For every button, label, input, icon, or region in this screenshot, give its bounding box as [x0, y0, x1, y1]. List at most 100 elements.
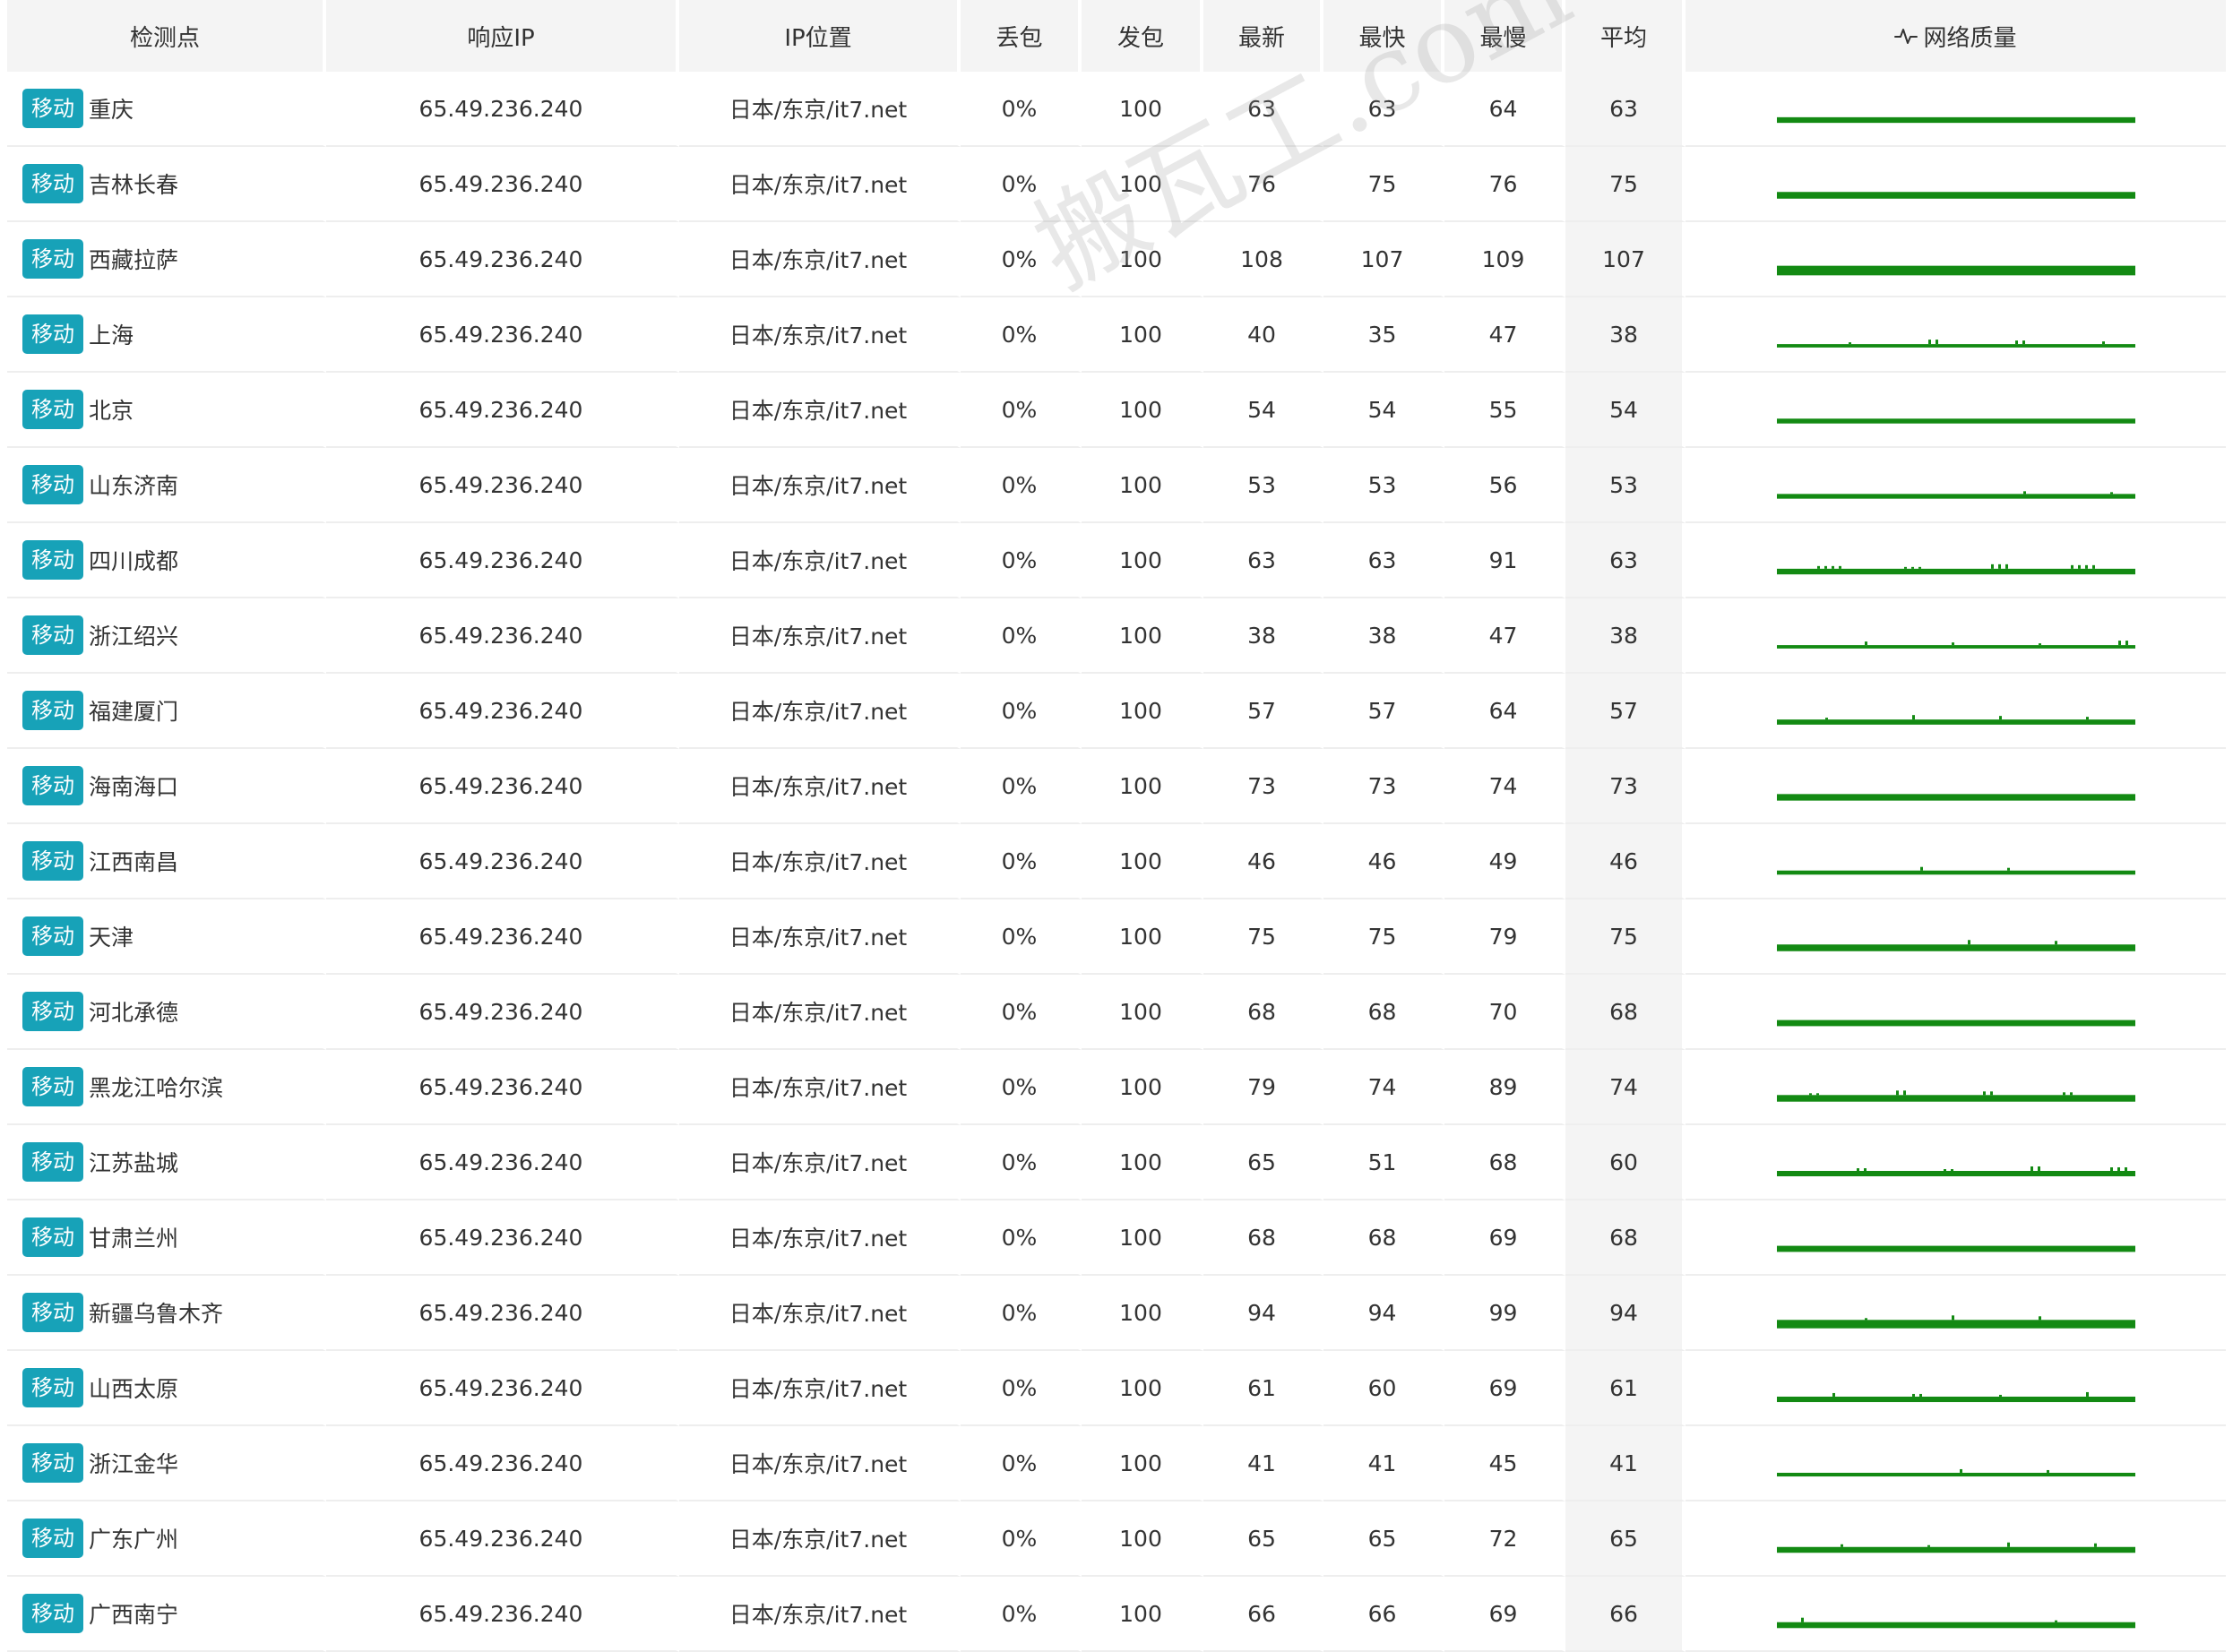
- average-cell: 61: [1565, 1351, 1686, 1426]
- col-header-node[interactable]: 检测点: [7, 0, 326, 72]
- sparkline-spike: [2037, 1166, 2040, 1171]
- average-cell: 38: [1565, 297, 1686, 373]
- slowest-cell: 76: [1444, 147, 1565, 222]
- col-header-ip[interactable]: 响应IP: [326, 0, 679, 72]
- table-row[interactable]: 移动 北京 65.49.236.240 日本/东京/it7.net 0% 100 …: [7, 373, 2226, 448]
- quality-cell[interactable]: [1686, 222, 2226, 297]
- sparkline-spike: [2038, 1316, 2041, 1321]
- quality-cell[interactable]: [1686, 448, 2226, 523]
- location-cell: 日本/东京/it7.net: [679, 222, 961, 297]
- table-row[interactable]: 移动 浙江绍兴 65.49.236.240 日本/东京/it7.net 0% 10…: [7, 598, 2226, 674]
- col-header-loss[interactable]: 丢包: [961, 0, 1082, 72]
- table-row[interactable]: 移动 甘肃兰州 65.49.236.240 日本/东京/it7.net 0% 10…: [7, 1200, 2226, 1276]
- quality-cell[interactable]: [1686, 1351, 2226, 1426]
- fastest-cell: 75: [1323, 899, 1444, 975]
- col-header-quality[interactable]: 网络质量: [1686, 0, 2226, 72]
- col-header-average[interactable]: 平均: [1565, 0, 1686, 72]
- node-name: 甘肃兰州: [89, 1226, 179, 1252]
- slowest-cell: 56: [1444, 448, 1565, 523]
- table-row[interactable]: 移动 西藏拉萨 65.49.236.240 日本/东京/it7.net 0% 10…: [7, 222, 2226, 297]
- location-cell: 日本/东京/it7.net: [679, 749, 961, 824]
- node-name: 吉林长春: [89, 172, 179, 198]
- average-cell: 65: [1565, 1501, 1686, 1577]
- table-row[interactable]: 移动 黑龙江哈尔滨 65.49.236.240 日本/东京/it7.net 0% …: [7, 1050, 2226, 1125]
- table-row[interactable]: 移动 吉林长春 65.49.236.240 日本/东京/it7.net 0% 10…: [7, 147, 2226, 222]
- table-row[interactable]: 移动 山西太原 65.49.236.240 日本/东京/it7.net 0% 10…: [7, 1351, 2226, 1426]
- col-header-location[interactable]: IP位置: [679, 0, 961, 72]
- table-row[interactable]: 移动 四川成都 65.49.236.240 日本/东京/it7.net 0% 10…: [7, 523, 2226, 598]
- sent-cell: 100: [1082, 674, 1203, 749]
- slowest-cell: 68: [1444, 1125, 1565, 1200]
- node-name: 天津: [89, 925, 134, 951]
- loss-cell: 0%: [961, 1501, 1082, 1577]
- quality-cell[interactable]: [1686, 523, 2226, 598]
- latest-cell: 66: [1203, 1577, 1323, 1652]
- table-row[interactable]: 移动 新疆乌鲁木齐 65.49.236.240 日本/东京/it7.net 0% …: [7, 1276, 2226, 1351]
- col-header-slowest[interactable]: 最慢: [1444, 0, 1565, 72]
- quality-sparkline: [1776, 1166, 2135, 1176]
- quality-sparkline: [1776, 1542, 2135, 1553]
- latest-cell: 46: [1203, 824, 1323, 899]
- average-cell: 38: [1565, 598, 1686, 674]
- quality-sparkline: [1776, 1468, 2135, 1477]
- location-cell: 日本/东京/it7.net: [679, 1276, 961, 1351]
- fastest-cell: 46: [1323, 824, 1444, 899]
- sparkline-spike: [2014, 340, 2018, 345]
- quality-cell[interactable]: [1686, 674, 2226, 749]
- table-row[interactable]: 移动 福建厦门 65.49.236.240 日本/东京/it7.net 0% 10…: [7, 674, 2226, 749]
- average-cell: 57: [1565, 674, 1686, 749]
- sparkline-spike: [1997, 564, 2001, 569]
- fastest-cell: 35: [1323, 297, 1444, 373]
- table-row[interactable]: 移动 海南海口 65.49.236.240 日本/东京/it7.net 0% 10…: [7, 749, 2226, 824]
- quality-cell[interactable]: [1686, 749, 2226, 824]
- sparkline-bar: [1776, 1472, 2135, 1477]
- col-header-fastest[interactable]: 最快: [1323, 0, 1444, 72]
- node-cell: 移动 浙江绍兴: [7, 598, 326, 674]
- quality-cell[interactable]: [1686, 1577, 2226, 1652]
- quality-cell[interactable]: [1686, 1050, 2226, 1125]
- ip-cell: 65.49.236.240: [326, 899, 679, 975]
- table-row[interactable]: 移动 江苏盐城 65.49.236.240 日本/东京/it7.net 0% 10…: [7, 1125, 2226, 1200]
- sparkline-spike: [1990, 564, 1994, 569]
- table-row[interactable]: 移动 河北承德 65.49.236.240 日本/东京/it7.net 0% 10…: [7, 975, 2226, 1050]
- quality-cell[interactable]: [1686, 297, 2226, 373]
- slowest-cell: 109: [1444, 222, 1565, 297]
- quality-cell[interactable]: [1686, 1125, 2226, 1200]
- quality-cell[interactable]: [1686, 975, 2226, 1050]
- table-body: 移动 重庆 65.49.236.240 日本/东京/it7.net 0% 100 …: [7, 72, 2226, 1652]
- sparkline-spike: [2117, 1167, 2120, 1171]
- quality-cell[interactable]: [1686, 1426, 2226, 1501]
- quality-cell[interactable]: [1686, 373, 2226, 448]
- sparkline-spike: [1863, 1168, 1867, 1171]
- quality-cell[interactable]: [1686, 147, 2226, 222]
- quality-cell[interactable]: [1686, 1200, 2226, 1276]
- average-cell: 46: [1565, 824, 1686, 899]
- table-row[interactable]: 移动 上海 65.49.236.240 日本/东京/it7.net 0% 100 …: [7, 297, 2226, 373]
- sparkline-bar: [1776, 794, 2135, 801]
- sparkline-spike: [2006, 1542, 2010, 1547]
- table-row[interactable]: 移动 浙江金华 65.49.236.240 日本/东京/it7.net 0% 10…: [7, 1426, 2226, 1501]
- table-row[interactable]: 移动 山东济南 65.49.236.240 日本/东京/it7.net 0% 10…: [7, 448, 2226, 523]
- quality-cell[interactable]: [1686, 1501, 2226, 1577]
- table-row[interactable]: 移动 江西南昌 65.49.236.240 日本/东京/it7.net 0% 10…: [7, 824, 2226, 899]
- table-row[interactable]: 移动 广西南宁 65.49.236.240 日本/东京/it7.net 0% 10…: [7, 1577, 2226, 1652]
- table-row[interactable]: 移动 重庆 65.49.236.240 日本/东京/it7.net 0% 100 …: [7, 72, 2226, 147]
- sparkline-spike: [1832, 1392, 1835, 1397]
- quality-cell[interactable]: [1686, 72, 2226, 147]
- quality-cell[interactable]: [1686, 824, 2226, 899]
- quality-cell[interactable]: [1686, 598, 2226, 674]
- fastest-cell: 65: [1323, 1501, 1444, 1577]
- location-cell: 日本/东京/it7.net: [679, 1577, 961, 1652]
- col-header-latest[interactable]: 最新: [1203, 0, 1323, 72]
- quality-cell[interactable]: [1686, 899, 2226, 975]
- node-cell: 移动 江苏盐城: [7, 1125, 326, 1200]
- col-header-sent[interactable]: 发包: [1082, 0, 1203, 72]
- table-row[interactable]: 移动 广东广州 65.49.236.240 日本/东京/it7.net 0% 10…: [7, 1501, 2226, 1577]
- quality-cell[interactable]: [1686, 1276, 2226, 1351]
- slowest-cell: 64: [1444, 674, 1565, 749]
- isp-badge: 移动: [22, 465, 83, 504]
- isp-badge: 移动: [22, 1217, 83, 1257]
- fastest-cell: 51: [1323, 1125, 1444, 1200]
- table-row[interactable]: 移动 天津 65.49.236.240 日本/东京/it7.net 0% 100 …: [7, 899, 2226, 975]
- node-name: 江苏盐城: [89, 1150, 179, 1176]
